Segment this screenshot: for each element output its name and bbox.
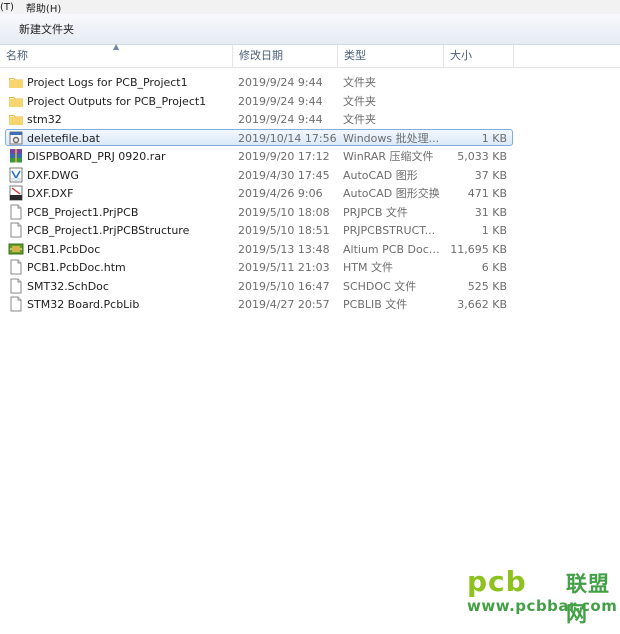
file-date: 2019/5/10 16:47	[238, 279, 330, 293]
file-name: Project Outputs for PCB_Project1	[27, 94, 207, 108]
file-date: 2019/9/24 9:44	[238, 76, 323, 89]
file-row[interactable]: SMT32.SchDoc 2019/5/10 16:47 SCHDOC 文件 525 …	[0, 277, 620, 296]
document-icon	[8, 259, 24, 275]
file-date: 2019/5/13 13:48	[238, 242, 330, 256]
file-row[interactable]: DISPBOARD_PRJ 0920.rar 2019/9/20 17:12 Win…	[0, 147, 620, 166]
file-type: 文件夹	[343, 94, 376, 108]
sort-arrow-icon: ▲	[113, 42, 120, 51]
column-type[interactable]: 类型	[338, 45, 444, 67]
file-name: Project Logs for PCB_Project1	[27, 76, 188, 89]
file-type: HTM 文件	[343, 261, 393, 274]
file-name: DXF.DWG	[27, 168, 79, 182]
file-name: deletefile.bat	[27, 131, 100, 145]
file-size: 471 KB	[467, 187, 507, 200]
file-size: 37 KB	[474, 168, 507, 182]
file-name: SMT32.SchDoc	[27, 279, 109, 293]
file-name: DXF.DXF	[27, 187, 74, 200]
file-size: 525 KB	[467, 279, 507, 293]
watermark-brand: pcb	[467, 565, 527, 598]
document-icon	[8, 222, 24, 238]
file-size: 1 KB	[481, 224, 507, 237]
file-date: 2019/10/14 17:56	[238, 131, 337, 145]
toolbar: 新建文件夹	[0, 14, 620, 45]
file-name: DISPBOARD_PRJ 0920.rar	[27, 150, 166, 163]
file-type: PRJPCBSTRUCT...	[343, 224, 436, 237]
file-row[interactable]: STM32 Board.PcbLib 2019/4/27 20:57 PCBLIB …	[0, 295, 620, 314]
file-size: 11,695 KB	[450, 242, 507, 256]
file-date: 2019/4/30 17:45	[238, 168, 330, 182]
file-name: PCB1.PcbDoc.htm	[27, 261, 126, 274]
file-type: SCHDOC 文件	[343, 279, 417, 293]
document-icon	[8, 296, 24, 312]
rar-archive-icon	[8, 148, 24, 164]
column-name[interactable]: 名称 ▲	[0, 42, 233, 67]
file-type: PCBLIB 文件	[343, 298, 408, 311]
file-row[interactable]: Project Logs for PCB_Project1 2019/9/24 9…	[0, 73, 620, 92]
file-name: PCB_Project1.PrjPCBStructure	[27, 224, 190, 237]
column-size[interactable]: 大小	[444, 45, 514, 67]
watermark-url: www.pcbbar.com	[467, 597, 618, 615]
file-type: 文件夹	[343, 113, 376, 126]
dxf-file-icon	[8, 185, 24, 201]
file-name: STM32 Board.PcbLib	[27, 298, 140, 311]
file-date: 2019/9/24 9:44	[238, 113, 323, 126]
dwg-file-icon	[8, 167, 24, 183]
file-type: Windows 批处理...	[343, 131, 440, 145]
file-size: 3,662 KB	[457, 298, 507, 311]
file-row[interactable]: DXF.DWG 2019/4/30 17:45 AutoCAD 图形 37 KB	[0, 166, 620, 185]
file-type: PRJPCB 文件	[343, 205, 408, 219]
file-date: 2019/9/20 17:12	[238, 150, 330, 163]
file-type: Altium PCB Docu...	[343, 242, 443, 256]
file-date: 2019/5/10 18:08	[238, 205, 330, 219]
file-row[interactable]: PCB1.PcbDoc 2019/5/13 13:48 Altium PCB Doc…	[0, 240, 620, 259]
folder-icon	[8, 93, 24, 109]
menu-bar: (T) 帮助(H)	[0, 0, 620, 15]
column-header: 名称 ▲ 修改日期 类型 大小	[0, 42, 620, 68]
pcb-doc-icon	[8, 241, 24, 257]
file-name: PCB_Project1.PrjPCB	[27, 205, 139, 219]
file-row[interactable]: PCB_Project1.PrjPCBStructure 2019/5/10 18…	[0, 221, 620, 240]
file-row[interactable]: DXF.DXF 2019/4/26 9:06 AutoCAD 图形交换 471 KB	[0, 184, 620, 203]
document-icon	[8, 278, 24, 294]
file-size: 5,033 KB	[457, 150, 507, 163]
file-date: 2019/4/26 9:06	[238, 187, 323, 200]
file-date: 2019/9/24 9:44	[238, 94, 323, 108]
file-size: 1 KB	[481, 131, 507, 145]
file-date: 2019/5/10 18:51	[238, 224, 330, 237]
file-name: stm32	[27, 113, 62, 126]
watermark-logo: pcb 联盟网 www.pcbbar.com	[464, 565, 620, 626]
file-type: AutoCAD 图形	[343, 168, 418, 182]
file-type: AutoCAD 图形交换	[343, 187, 440, 200]
file-row[interactable]: Project Outputs for PCB_Project1 2019/9/2…	[0, 92, 620, 111]
menu-help[interactable]: 帮助(H)	[20, 0, 67, 15]
file-size	[450, 74, 507, 91]
menu-tools[interactable]: (T)	[0, 2, 20, 13]
folder-icon	[8, 74, 24, 90]
file-type: 文件夹	[343, 76, 376, 89]
batch-file-icon	[8, 130, 24, 146]
new-folder-button[interactable]: 新建文件夹	[17, 18, 76, 40]
document-icon	[8, 204, 24, 220]
file-list: Project Logs for PCB_Project1 2019/9/24 9…	[0, 73, 620, 314]
file-size: 31 KB	[474, 205, 507, 219]
folder-icon	[8, 111, 24, 127]
file-size: 6 KB	[481, 261, 507, 274]
file-row[interactable]: deletefile.bat 2019/10/14 17:56 Windows 批处…	[0, 128, 620, 148]
column-name-label: 名称	[6, 49, 28, 62]
file-row[interactable]: PCB_Project1.PrjPCB 2019/5/10 18:08 PRJPCB…	[0, 203, 620, 222]
file-size	[450, 111, 507, 128]
file-type: WinRAR 压缩文件	[343, 150, 434, 163]
file-name: PCB1.PcbDoc	[27, 242, 101, 256]
file-date: 2019/4/27 20:57	[238, 298, 330, 311]
file-date: 2019/5/11 21:03	[238, 261, 330, 274]
file-size	[450, 93, 507, 110]
column-date[interactable]: 修改日期	[233, 45, 338, 67]
file-row[interactable]: PCB1.PcbDoc.htm 2019/5/11 21:03 HTM 文件 6 KB	[0, 258, 620, 277]
file-row[interactable]: stm32 2019/9/24 9:44 文件夹	[0, 110, 620, 129]
